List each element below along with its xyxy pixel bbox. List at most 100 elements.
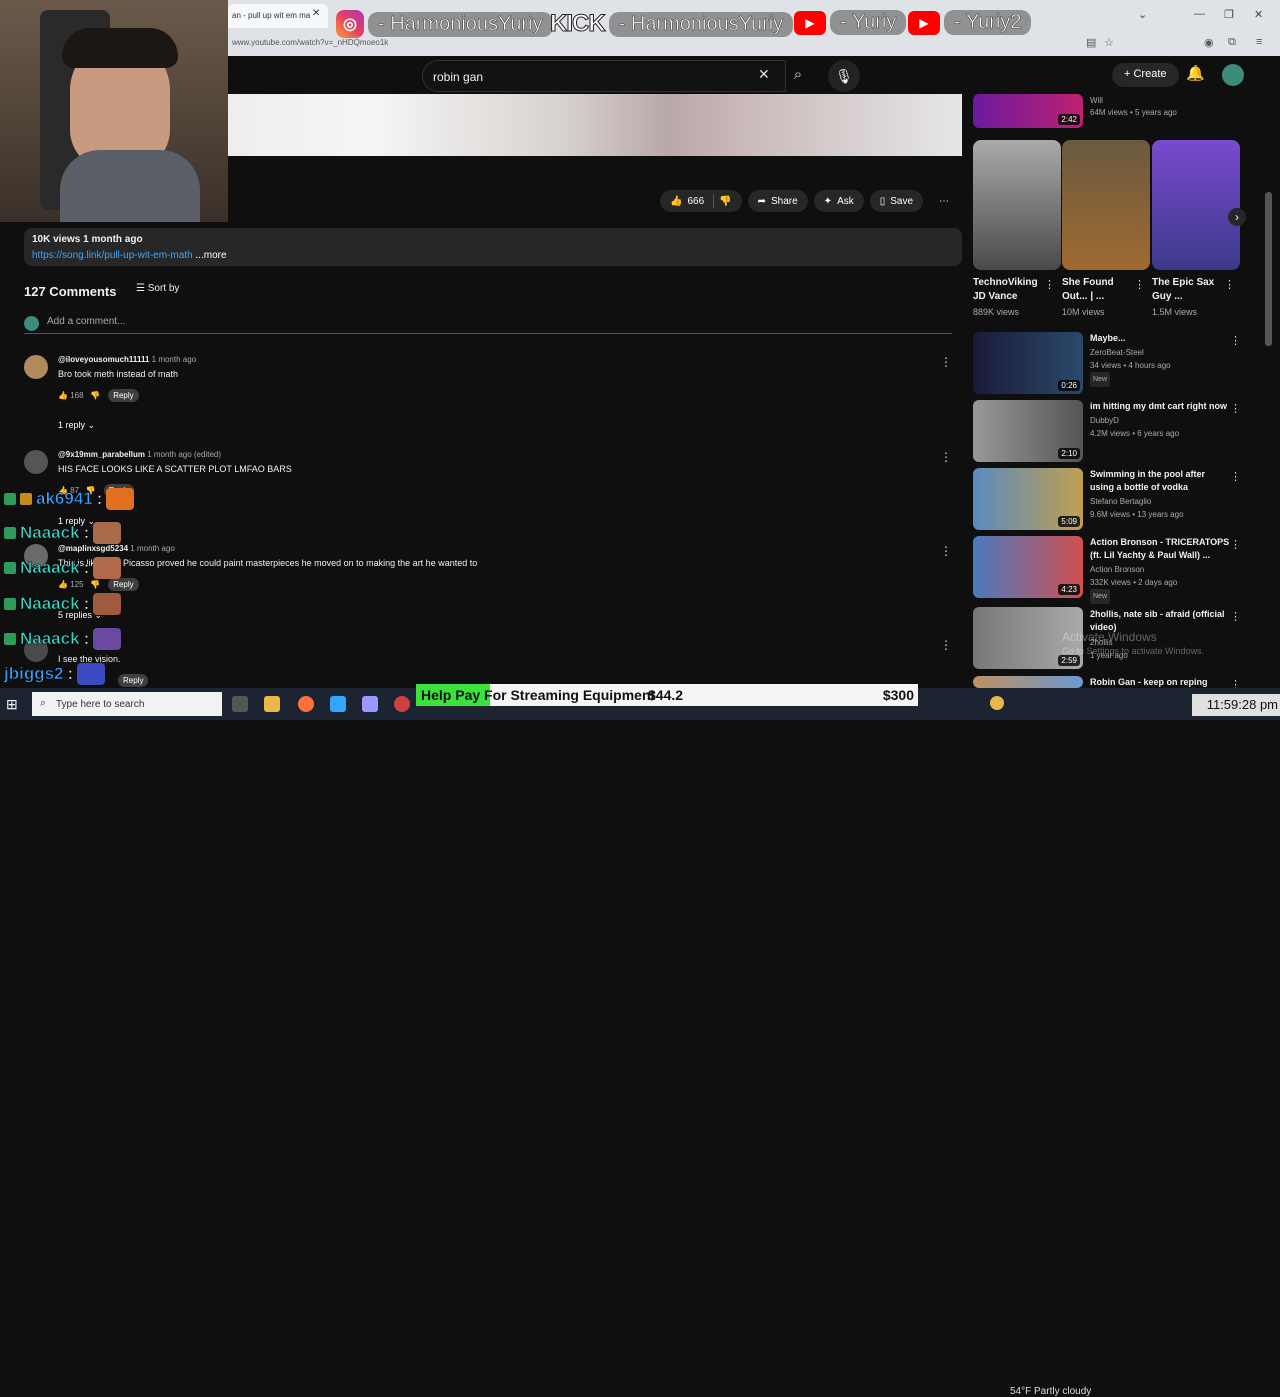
microphone-icon[interactable]: 🎙 [828, 60, 860, 92]
dislike-icon[interactable]: 👎 [90, 391, 100, 400]
clear-search-icon[interactable]: ✕ [758, 66, 770, 83]
browser-icon[interactable] [394, 696, 410, 712]
create-label: Create [1133, 68, 1167, 80]
sidebar-video-thumbnail[interactable] [973, 676, 1083, 688]
account-avatar[interactable] [1222, 64, 1244, 86]
short-thumbnail[interactable] [1152, 140, 1240, 270]
video-menu-icon[interactable]: ⋮ [1230, 610, 1241, 623]
menu-icon[interactable]: ≡ [1256, 36, 1262, 48]
short-thumbnail[interactable] [973, 140, 1061, 270]
video-menu-icon[interactable]: ⋮ [1230, 334, 1241, 347]
extensions-icon[interactable]: ⧉ [1228, 36, 1236, 49]
notifications-bell-icon[interactable]: 🔔 [1186, 64, 1205, 82]
video-menu-icon[interactable]: ⋮ [1230, 470, 1241, 483]
crown-badge-icon [20, 493, 32, 505]
reply-button[interactable]: Reply [118, 674, 149, 687]
comment-menu-icon[interactable]: ⋮ [940, 638, 952, 652]
video-player[interactable] [228, 94, 962, 156]
tab-title: an - pull up wit em ma [232, 11, 311, 20]
chat-message: jbiggs2 : [4, 663, 106, 685]
search-icon[interactable]: ⌕ [782, 60, 814, 92]
activate-windows-title: Activate Windows [1062, 630, 1157, 644]
video-description[interactable]: 10K views 1 month ago https://song.link/… [24, 228, 962, 266]
sidebar-video-thumbnail[interactable]: 0:26 [973, 332, 1083, 394]
sidebar-video-meta: 332K views • 2 days ago [1090, 578, 1178, 587]
video-menu-icon[interactable]: ⋮ [1230, 538, 1241, 551]
commenter-avatar[interactable] [24, 355, 48, 379]
tab-close-icon[interactable]: ✕ [312, 8, 320, 19]
sidebar-video-thumbnail[interactable]: 5:09 [973, 468, 1083, 530]
add-comment-field[interactable]: Add a comment... [24, 316, 952, 334]
short-title[interactable]: The Epic Sax Guy ... [1152, 276, 1224, 304]
taskbar-search-input[interactable]: ⌕ Type here to search [32, 692, 222, 716]
close-window-icon[interactable]: ✕ [1254, 8, 1263, 21]
sidebar-video-title[interactable]: Action Bronson - TRICERATOPS (ft. Lil Ya… [1090, 536, 1230, 562]
sidebar-video-title[interactable]: im hitting my dmt cart right now [1090, 400, 1230, 413]
short-thumbnail[interactable] [1062, 140, 1150, 270]
file-explorer-icon[interactable] [264, 696, 280, 712]
thumbs-down-icon[interactable]: 👎 [719, 196, 731, 207]
sidebar-video-channel[interactable]: Action Bronson [1090, 563, 1144, 576]
reader-icon[interactable]: ▤ [1086, 36, 1096, 49]
sidebar-video-channel[interactable]: DubbyD [1090, 414, 1119, 427]
more-actions-icon[interactable]: ⋯ [929, 190, 959, 212]
like-icon[interactable]: 👍 [58, 580, 68, 589]
comment-author[interactable]: @iloveyousomuch11111 1 month ago [58, 355, 196, 364]
description-link[interactable]: https://song.link/pull-up-wit-em-math [32, 250, 193, 261]
sidebar-video-title[interactable]: Maybe... [1090, 332, 1230, 345]
sidebar-video-channel[interactable]: Stefano Bertaglio [1090, 495, 1151, 508]
comment-likes: 168 [70, 391, 84, 400]
ask-button[interactable]: ✦ Ask [813, 190, 864, 212]
minimize-icon[interactable]: — [1194, 8, 1205, 20]
more-link[interactable]: ...more [195, 250, 226, 261]
reply-button[interactable]: Reply [108, 578, 139, 591]
like-divider [713, 194, 715, 208]
short-title[interactable]: TechnoViking JD Vance [973, 276, 1049, 304]
scrollbar-thumb[interactable] [1265, 192, 1272, 346]
short-menu-icon[interactable]: ⋮ [1224, 278, 1235, 291]
like-button[interactable]: 👍 666 👎 [660, 190, 742, 212]
sidebar-video-thumbnail[interactable]: 2:42 [973, 94, 1083, 128]
sidebar-video-channel[interactable]: ZeroBeat-Steel [1090, 346, 1144, 359]
video-menu-icon[interactable]: ⋮ [1230, 402, 1241, 415]
create-button[interactable]: + Create [1112, 63, 1179, 87]
share-button[interactable]: ➦ Share [747, 190, 808, 212]
emote-icon [77, 663, 106, 685]
task-view-icon[interactable] [232, 696, 248, 712]
chevron-right-icon[interactable]: › [1228, 208, 1246, 226]
weather-widget[interactable]: 54°F Partly cloudy [1010, 1386, 1091, 1397]
save-button[interactable]: ▯ Save [869, 190, 924, 212]
sidebar-video-thumbnail[interactable]: 2:10 [973, 400, 1083, 462]
comment-menu-icon[interactable]: ⋮ [940, 355, 952, 369]
search-input[interactable]: robin gan [422, 60, 786, 92]
youtube-header: robin gan ✕ ⌕ 🎙 + Create 🔔 [228, 56, 1280, 94]
donation-label: Help Pay For Streaming Equipment [421, 687, 656, 703]
premiere-icon[interactable] [362, 696, 378, 712]
chat-separator: : [96, 489, 103, 509]
short-title[interactable]: She Found Out... | ... [1062, 276, 1134, 304]
commenter-avatar[interactable] [24, 450, 48, 474]
comment-menu-icon[interactable]: ⋮ [940, 544, 952, 558]
short-menu-icon[interactable]: ⋮ [1134, 278, 1145, 291]
account-icon[interactable]: ◉ [1204, 36, 1214, 49]
sort-button[interactable]: ☰ Sort by [136, 283, 179, 294]
chat-separator: : [67, 664, 74, 684]
short-menu-icon[interactable]: ⋮ [1044, 278, 1055, 291]
sidebar-video-title[interactable]: Swimming in the pool after using a bottl… [1090, 468, 1230, 494]
views-date: 10K views 1 month ago [32, 234, 143, 245]
comment-menu-icon[interactable]: ⋮ [940, 450, 952, 464]
firefox-icon[interactable] [298, 696, 314, 712]
bookmark-star-icon[interactable]: ☆ [1104, 36, 1114, 49]
comment-author[interactable]: @maplinxsgd5234 1 month ago [58, 544, 175, 553]
maximize-icon[interactable]: ❐ [1224, 8, 1234, 21]
view-replies-button[interactable]: 1 reply ⌄ [58, 420, 95, 431]
share-icon: ➦ [757, 195, 766, 207]
reply-button[interactable]: Reply [108, 389, 139, 402]
comment-author[interactable]: @9x19mm_parabellum 1 month ago (edited) [58, 450, 221, 459]
photoshop-icon[interactable] [330, 696, 346, 712]
dislike-icon[interactable]: 👎 [90, 580, 100, 589]
sidebar-video-thumbnail[interactable]: 4:23 [973, 536, 1083, 598]
like-icon[interactable]: 👍 [58, 391, 68, 400]
windows-start-icon[interactable]: ⊞ [6, 696, 18, 713]
tab-list-icon[interactable]: ⌄ [1138, 8, 1147, 21]
